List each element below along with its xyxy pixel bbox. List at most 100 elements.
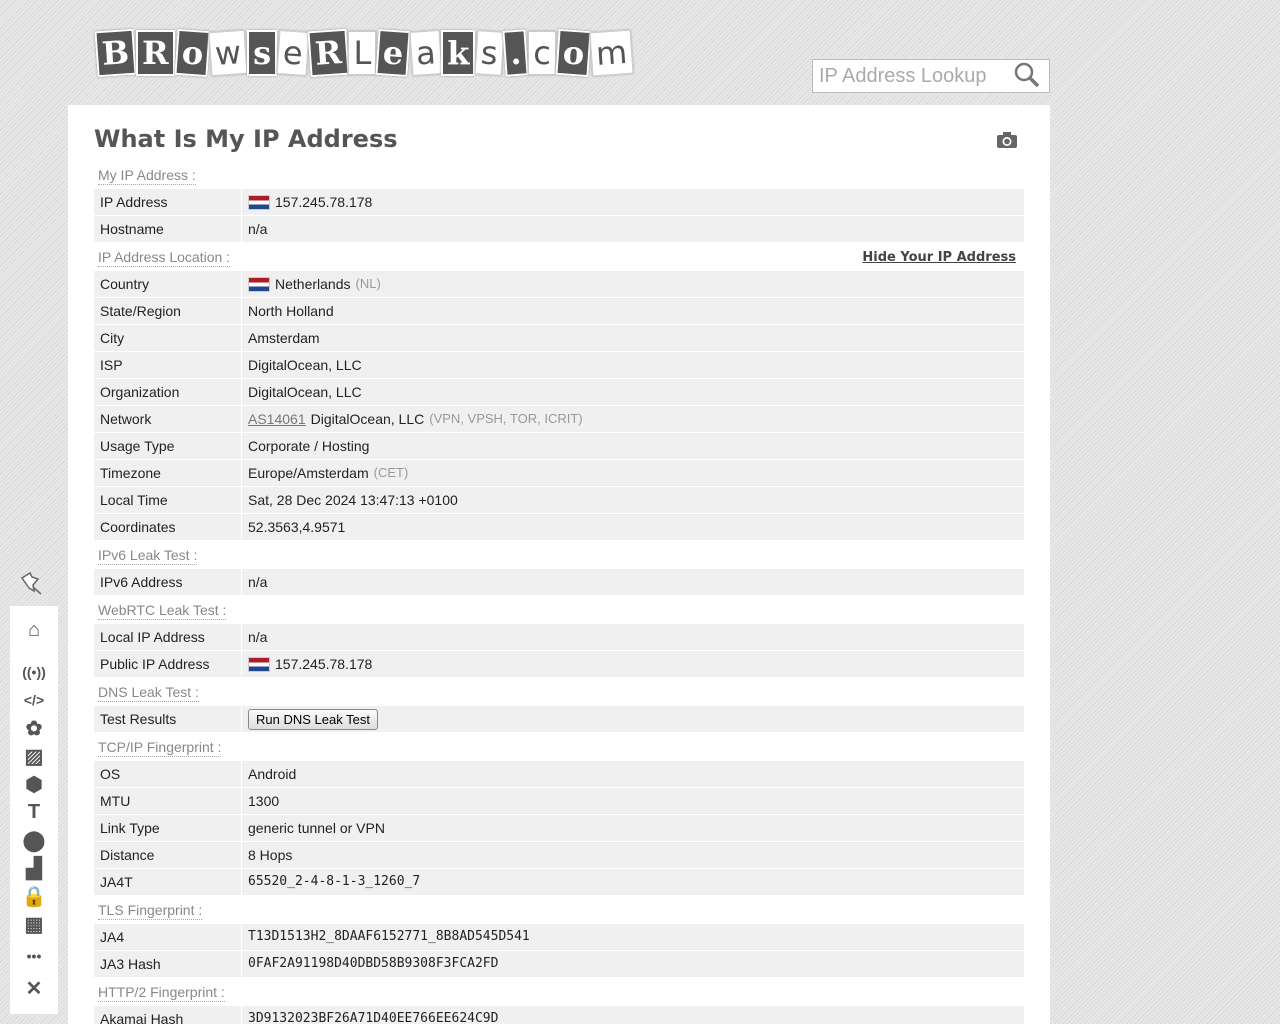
logo-letter: c xyxy=(528,31,556,75)
row-label: Public IP Address xyxy=(94,651,242,677)
run-dns-leak-test-button[interactable]: Run DNS Leak Test xyxy=(248,708,378,730)
value-text: 157.245.78.178 xyxy=(275,194,373,210)
value-text: Netherlands xyxy=(275,276,351,292)
row-value: DigitalOcean, LLC xyxy=(242,352,362,378)
logo-letter: e xyxy=(375,28,412,78)
firewall-icon[interactable]: ▦ xyxy=(22,912,46,936)
table-row: OS Android xyxy=(94,761,1024,788)
logo-letter: a xyxy=(409,30,442,76)
section-title: DNS Leak Test : xyxy=(98,683,199,702)
row-label: Hostname xyxy=(94,216,242,242)
row-label: JA4 xyxy=(94,924,242,950)
location-icon[interactable]: ⬤ xyxy=(22,828,46,852)
pin-icon[interactable] xyxy=(18,570,44,599)
more-icon[interactable]: ••• xyxy=(22,944,46,968)
section-header: My IP Address : xyxy=(94,161,1024,189)
value-text: 3D9132023BF26A71D40EE766EE624C9D xyxy=(248,1011,499,1024)
logo-letter: B xyxy=(94,28,137,78)
row-label: Test Results xyxy=(94,706,242,732)
row-label: OS xyxy=(94,761,242,787)
home-icon[interactable]: ⌂ xyxy=(22,618,46,642)
table-row: Country Netherlands (NL) xyxy=(94,271,1024,298)
font-icon[interactable]: T xyxy=(22,800,46,824)
row-label: IP Address xyxy=(94,189,242,215)
tools-icon[interactable]: ✕ xyxy=(22,976,46,1000)
section-title: WebRTC Leak Test : xyxy=(98,601,227,620)
table-row: Hostname n/a xyxy=(94,216,1024,243)
hide-ip-link[interactable]: Hide Your IP Address xyxy=(862,250,1016,265)
camera-icon[interactable] xyxy=(996,131,1018,152)
value-text: 52.3563,4.9571 xyxy=(248,519,346,535)
row-label: ISP xyxy=(94,352,242,378)
section-header: IP Address Location : Hide Your IP Addres… xyxy=(94,243,1024,271)
logo-letter: e xyxy=(276,30,310,76)
row-label: MTU xyxy=(94,788,242,814)
netherlands-flag-icon xyxy=(248,276,270,292)
section-title: My IP Address : xyxy=(98,166,196,185)
radio-icon[interactable]: ((•)) xyxy=(22,660,46,684)
row-value: 157.245.78.178 xyxy=(242,651,372,677)
page-title: What Is My IP Address xyxy=(94,125,398,153)
table-row: Distance 8 Hops xyxy=(94,842,1024,869)
row-label: State/Region xyxy=(94,298,242,324)
steps-icon[interactable]: ▟ xyxy=(22,856,46,880)
row-label: City xyxy=(94,325,242,351)
row-label: Link Type xyxy=(94,815,242,841)
cube-icon[interactable]: ⬢ xyxy=(22,772,46,796)
row-label: IPv6 Address xyxy=(94,569,242,595)
table-row: State/Region North Holland xyxy=(94,298,1024,325)
value-extra: (VPN, VPSH, TOR, ICRIT) xyxy=(429,411,583,426)
row-value: Run DNS Leak Test xyxy=(242,706,378,732)
value-text: n/a xyxy=(248,574,268,590)
section-header: DNS Leak Test : xyxy=(94,678,1024,706)
row-value: Corporate / Hosting xyxy=(242,433,369,459)
asn-link[interactable]: AS14061 xyxy=(248,406,306,432)
main-panel: What Is My IP Address My IP Address : IP … xyxy=(68,105,1050,1024)
row-label: Country xyxy=(94,271,242,297)
table-row: JA3 Hash 0FAF2A91198D40DBD58B9308F3FCA2FD xyxy=(94,951,1024,978)
logo-letter: w xyxy=(208,29,248,77)
row-label: Timezone xyxy=(94,460,242,486)
table-row: Coordinates 52.3563,4.9571 xyxy=(94,514,1024,541)
value-text: Corporate / Hosting xyxy=(248,438,370,454)
logo-letter: o xyxy=(174,28,211,78)
row-value: AS14061 DigitalOcean, LLC (VPN, VPSH, TOR,… xyxy=(242,406,583,432)
value-text: North Holland xyxy=(248,303,334,319)
canvas-icon[interactable]: ✿ xyxy=(22,716,46,740)
section-title: TLS Fingerprint : xyxy=(98,901,203,920)
logo-letter: . xyxy=(502,29,529,77)
site-logo[interactable]: BRowseRLeaks.com xyxy=(94,20,634,86)
row-value: Europe/Amsterdam (CET) xyxy=(242,460,408,486)
code-icon[interactable]: </> xyxy=(22,688,46,712)
row-label: Coordinates xyxy=(94,514,242,540)
section-title: HTTP/2 Fingerprint : xyxy=(98,983,225,1002)
section-header: IPv6 Leak Test : xyxy=(94,541,1024,569)
logo-letter: s xyxy=(474,30,505,76)
value-text: 8 Hops xyxy=(248,847,293,863)
search-icon[interactable] xyxy=(1013,61,1041,92)
ip-lookup-input[interactable] xyxy=(813,64,1013,88)
table-row: City Amsterdam xyxy=(94,325,1024,352)
value-text: Sat, 28 Dec 2024 13:47:13 +0100 xyxy=(248,492,458,508)
row-label: Network xyxy=(94,406,242,432)
sidebar-nav: ⌂ ((•)) </> ✿ ▨ ⬢ T ⬤ ▟ 🔒 ▦ ••• ✕ xyxy=(10,606,58,1014)
table-row: Network AS14061 DigitalOcean, LLC (VPN, VPS… xyxy=(94,406,1024,433)
section-title: TCP/IP Fingerprint : xyxy=(98,738,222,757)
value-text: T13D1513H2_8DAAF6152771_8B8AD545D541 xyxy=(248,929,530,944)
image-icon[interactable]: ▨ xyxy=(22,744,46,768)
row-label: Organization xyxy=(94,379,242,405)
row-label: Usage Type xyxy=(94,433,242,459)
row-value: Sat, 28 Dec 2024 13:47:13 +0100 xyxy=(242,487,458,513)
row-value: 157.245.78.178 xyxy=(242,189,372,215)
value-text: n/a xyxy=(248,221,268,237)
value-text: Europe/Amsterdam xyxy=(248,465,369,481)
row-label: JA4T xyxy=(94,869,242,895)
row-value: T13D1513H2_8DAAF6152771_8B8AD545D541 xyxy=(242,924,530,950)
logo-letter: R xyxy=(136,30,175,76)
value-text: 0FAF2A91198D40DBD58B9308F3FCA2FD xyxy=(248,956,499,971)
row-value: North Holland xyxy=(242,298,334,324)
value-extra: (CET) xyxy=(373,465,409,480)
row-value: Netherlands (NL) xyxy=(242,271,381,297)
netherlands-flag-icon xyxy=(248,194,270,210)
lock-icon[interactable]: 🔒 xyxy=(22,884,47,908)
